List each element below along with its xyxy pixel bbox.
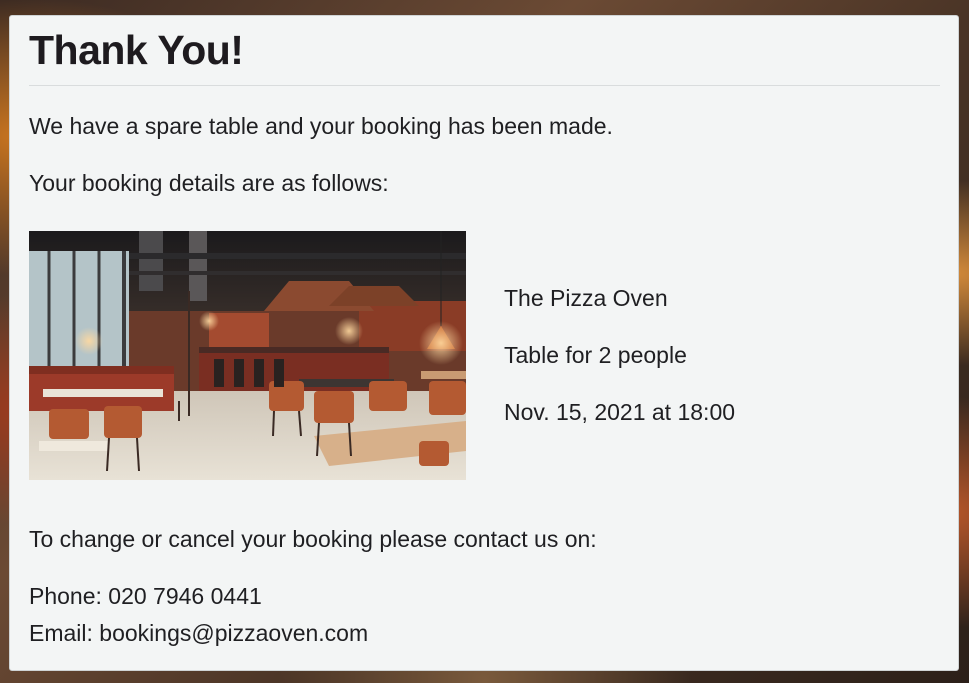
restaurant-photo: [29, 231, 466, 480]
contact-heading: To change or cancel your booking please …: [29, 526, 597, 552]
restaurant-interior-image: [29, 231, 466, 480]
booking-success-message: We have a spare table and your booking h…: [29, 113, 613, 139]
party-size: Table for 2 people: [504, 342, 687, 368]
page-title: Thank You!: [29, 27, 244, 73]
title-divider: [29, 85, 940, 86]
booking-datetime: Nov. 15, 2021 at 18:00: [504, 399, 736, 425]
contact-phone: Phone: 020 7946 0441: [29, 583, 262, 609]
booking-details: The Pizza Oven Table for 2 people Nov. 1…: [504, 284, 735, 455]
booking-details-heading: Your booking details are as follows:: [29, 170, 389, 196]
booking-confirmation-card: Thank You! We have a spare table and you…: [9, 15, 959, 671]
contact-email: Email: bookings@pizzaoven.com: [29, 620, 369, 646]
restaurant-name: The Pizza Oven: [504, 285, 668, 311]
